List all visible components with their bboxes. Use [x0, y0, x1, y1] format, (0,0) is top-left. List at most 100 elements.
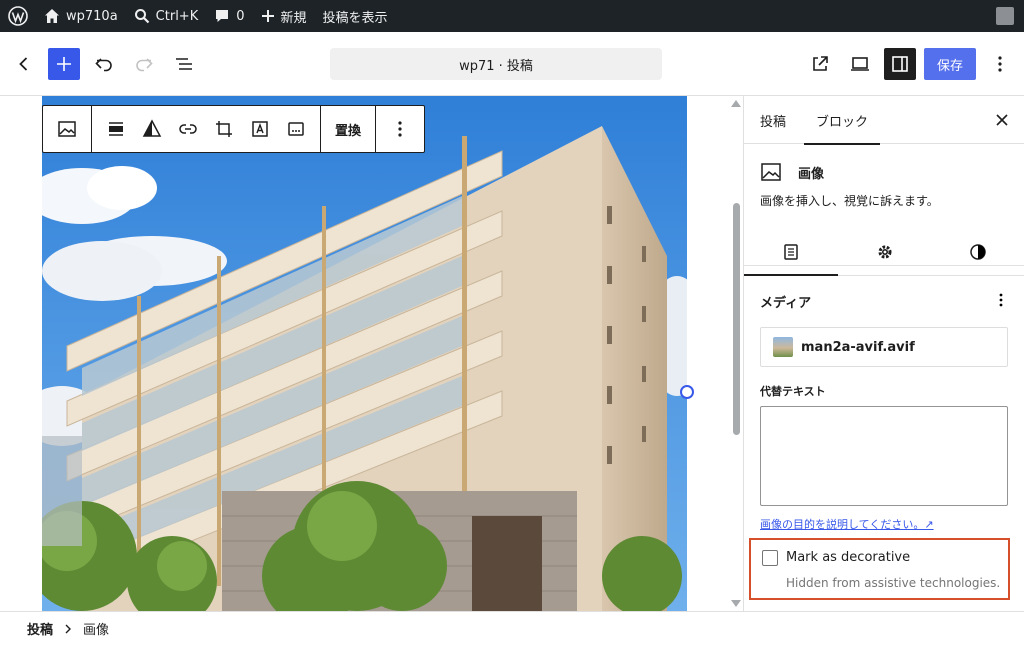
tab-settings[interactable]	[744, 228, 838, 276]
media-panel-options-button[interactable]	[993, 292, 1009, 308]
media-panel: メディア man2a-avif.avif 代替テキスト 画像の目的を説明してくだ…	[744, 276, 1024, 611]
wordpress-logo-icon	[8, 6, 28, 26]
image-tools-group	[92, 106, 321, 152]
gear-icon	[878, 245, 891, 258]
view-post-link[interactable]: 投稿を表示	[315, 0, 396, 32]
comment-icon	[216, 10, 229, 22]
view-post-button[interactable]	[804, 48, 836, 80]
document-title-bar[interactable]: wp71 · 投稿	[330, 48, 662, 80]
block-type-button[interactable]	[49, 106, 85, 152]
alt-text-input[interactable]	[760, 406, 1008, 506]
duotone-button[interactable]	[134, 106, 170, 152]
document-overview-button[interactable]	[168, 48, 200, 80]
undo-icon	[95, 58, 112, 72]
wordpress-logo-button[interactable]	[0, 0, 36, 32]
chevron-right-icon	[65, 624, 72, 633]
redo-button[interactable]	[128, 48, 160, 80]
close-icon	[996, 114, 1008, 126]
plus-icon	[57, 57, 71, 71]
alt-text-help-link[interactable]: 画像の目的を説明してください。↗	[760, 516, 934, 532]
crop-button[interactable]	[206, 106, 242, 152]
view-post-label: 投稿を表示	[322, 10, 388, 26]
sidebar-icon	[892, 56, 908, 72]
replace-group: 置換	[321, 106, 377, 152]
decorative-checkbox[interactable]	[762, 550, 778, 566]
decorative-help-text: Hidden from assistive technologies.	[786, 576, 1001, 590]
options-menu-button[interactable]	[984, 48, 1016, 80]
breadcrumb-current: 画像	[83, 623, 110, 638]
block-inserter-button[interactable]	[48, 48, 80, 80]
alt-text-label: 代替テキスト	[760, 385, 826, 398]
breadcrumb: 投稿 画像	[0, 611, 1024, 645]
settings-sidebar-toggle[interactable]	[884, 48, 916, 80]
new-content-link[interactable]: 新規	[253, 0, 315, 32]
text-overlay-icon	[252, 121, 268, 137]
back-button[interactable]	[8, 48, 40, 80]
more-vertical-icon	[998, 56, 1002, 72]
text-overlay-button[interactable]	[242, 106, 278, 152]
new-label: 新規	[280, 10, 307, 26]
scroll-down-arrow[interactable]	[731, 600, 741, 607]
tab-block-label: ブロック	[816, 114, 869, 130]
preview-button[interactable]	[844, 48, 876, 80]
more-group	[376, 106, 424, 152]
editor-header: wp71 · 投稿 保存	[0, 32, 1024, 96]
undo-button[interactable]	[88, 48, 120, 80]
close-sidebar-button[interactable]	[992, 110, 1012, 130]
media-file-name: man2a-avif.avif	[801, 339, 915, 355]
media-thumbnail	[773, 337, 793, 357]
link-icon	[179, 124, 197, 134]
tab-post[interactable]: 投稿	[760, 96, 786, 144]
align-none-icon	[109, 122, 123, 136]
comments-count: 0	[236, 8, 245, 24]
duotone-icon	[142, 119, 162, 137]
block-options-button[interactable]	[382, 106, 418, 152]
more-vertical-icon	[398, 121, 402, 137]
scroll-up-arrow[interactable]	[731, 100, 741, 107]
image-block[interactable]	[42, 96, 687, 611]
list-settings-icon	[784, 243, 798, 260]
image-resize-handle[interactable]	[680, 385, 694, 399]
settings-sidebar: 投稿 ブロック 画像 画像を挿入し、視覚に訴えます。 メディア man2a-av…	[743, 96, 1024, 611]
sidebar-tabs: 投稿 ブロック	[744, 96, 1024, 145]
admin-bar: wp710a Ctrl+K 0 新規 投稿を表示	[0, 0, 1024, 32]
command-search-button[interactable]: Ctrl+K	[126, 0, 207, 32]
media-file-button[interactable]: man2a-avif.avif	[760, 327, 1008, 367]
contrast-icon	[970, 243, 986, 260]
block-type-group	[43, 106, 92, 152]
list-view-icon	[176, 58, 192, 70]
site-name: wp710a	[66, 8, 118, 24]
align-button[interactable]	[98, 106, 134, 152]
decorative-option-highlight: Mark as decorative Hidden from assistive…	[749, 538, 1010, 600]
decorative-label[interactable]: Mark as decorative	[786, 550, 910, 565]
scrollbar-thumb[interactable]	[733, 203, 740, 435]
save-button[interactable]: 保存	[924, 48, 976, 80]
more-vertical-icon	[999, 293, 1003, 307]
tab-styles[interactable]	[931, 228, 1024, 275]
external-link-icon	[813, 56, 828, 71]
plus-icon	[261, 10, 274, 22]
chevron-left-icon	[19, 57, 28, 71]
canvas-scrollbar[interactable]	[730, 96, 743, 611]
comments-link[interactable]: 0	[206, 0, 252, 32]
block-card-description: 画像を挿入し、視覚に訴えます。	[760, 194, 939, 208]
image-icon	[761, 163, 781, 181]
alt-text-button[interactable]	[278, 106, 314, 152]
block-inspector-tabs	[744, 228, 1024, 276]
block-toolbar: 置換	[42, 105, 425, 153]
block-card-title: 画像	[798, 166, 825, 182]
site-name-link[interactable]: wp710a	[36, 0, 126, 32]
media-panel-title: メディア	[760, 296, 812, 311]
home-icon	[45, 9, 59, 23]
tab-block[interactable]: ブロック	[803, 96, 881, 145]
link-button[interactable]	[170, 106, 206, 152]
document-title: wp71 · 投稿	[459, 58, 533, 74]
replace-button[interactable]: 置換	[327, 106, 369, 152]
breadcrumb-root[interactable]: 投稿	[27, 619, 53, 638]
apartment-building-photo	[42, 96, 687, 611]
editor-canvas	[0, 96, 743, 611]
avatar[interactable]	[996, 7, 1014, 25]
tab-advanced[interactable]	[838, 228, 932, 275]
crop-icon	[216, 121, 232, 137]
caption-icon	[288, 122, 304, 136]
